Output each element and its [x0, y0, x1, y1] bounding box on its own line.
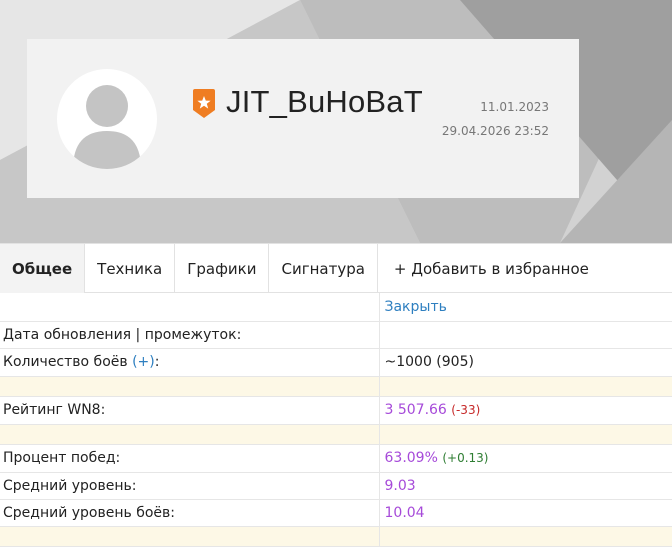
stats-table: Закрыть Дата обновления | промежуток: Ко…	[0, 293, 672, 547]
wn8-delta: (-33)	[451, 403, 481, 417]
avg-battle-tier-label: Средний уровень боёв:	[0, 499, 380, 527]
tab-general[interactable]: Общее	[0, 244, 86, 293]
last-update-date: 29.04.2026 23:52	[441, 124, 549, 138]
battles-expand-link[interactable]: (+)	[132, 354, 155, 370]
battles-colon: :	[154, 354, 160, 370]
profile-header: JIT_BuHoBaT 11.01.2023 29.04.2026 23:52	[0, 0, 672, 243]
profile-card: JIT_BuHoBaT 11.01.2023 29.04.2026 23:52	[27, 39, 579, 198]
avg-tier-label: Средний уровень:	[0, 472, 380, 500]
table-row: Средний уровень боёв: 10.04	[0, 499, 672, 527]
table-row-spacer	[0, 376, 672, 397]
tab-vehicles[interactable]: Техника	[85, 244, 176, 293]
user-placeholder-icon	[73, 85, 141, 169]
profile-tabs: Общее Техника Графики Сигнатура + Добави…	[0, 243, 672, 293]
battles-value: ~1000 (905)	[379, 348, 672, 377]
tab-charts[interactable]: Графики	[175, 244, 270, 293]
battles-label: Количество боёв	[3, 354, 128, 370]
table-row: Закрыть	[0, 293, 672, 322]
table-row: Процент побед: 63.09% (+0.13)	[0, 444, 672, 473]
player-nickname: JIT_BuHoBaT	[226, 84, 423, 119]
close-link[interactable]: Закрыть	[385, 299, 447, 315]
avg-tier-value: 9.03	[384, 477, 416, 494]
table-row: Количество боёв (+): ~1000 (905)	[0, 348, 672, 377]
update-label: Дата обновления | промежуток:	[0, 321, 380, 349]
table-row-spacer	[0, 424, 672, 445]
table-row: Дата обновления | промежуток:	[0, 321, 672, 349]
add-to-favorites-button[interactable]: + Добавить в избранное	[378, 244, 601, 293]
wn8-label: Рейтинг WN8:	[0, 396, 380, 425]
wn8-value: 3 507.66	[384, 402, 447, 418]
table-row-spacer	[0, 526, 672, 547]
winrate-delta: (+0.13)	[442, 451, 489, 465]
rank-badge-icon	[193, 89, 215, 118]
avatar	[57, 69, 157, 169]
winrate-value: 63.09%	[384, 450, 438, 466]
table-row: Средний уровень: 9.03	[0, 472, 672, 500]
table-row: Рейтинг WN8: 3 507.66 (-33)	[0, 396, 672, 425]
tab-signature[interactable]: Сигнатура	[269, 244, 378, 293]
registration-date: 11.01.2023	[480, 100, 549, 114]
winrate-label: Процент побед:	[0, 444, 380, 473]
avg-battle-tier-value: 10.04	[384, 504, 425, 521]
